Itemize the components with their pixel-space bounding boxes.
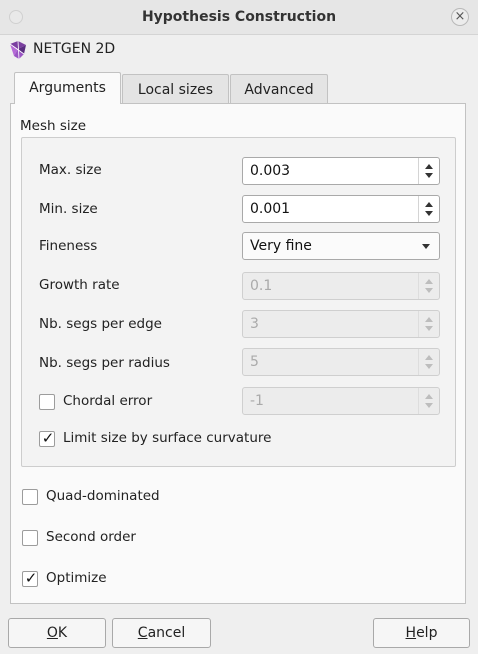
min-size-value: 0.001 — [250, 201, 291, 217]
max-size-label: Max. size — [39, 162, 102, 178]
spin-down-icon — [425, 403, 433, 408]
tab-advanced[interactable]: Advanced — [230, 74, 328, 104]
ok-mnemonic: O — [46, 625, 58, 641]
growth-rate-spinbox: 0.1 — [242, 272, 440, 300]
spin-up-icon[interactable] — [425, 202, 433, 207]
growth-rate-value: 0.1 — [250, 278, 273, 294]
optimize-checkbox[interactable]: ✓ — [22, 569, 38, 587]
ok-label-rest: K — [57, 625, 68, 641]
chordal-error-value: -1 — [250, 393, 264, 409]
min-size-label: Min. size — [39, 201, 98, 217]
min-size-spinbox[interactable]: 0.001 — [242, 195, 440, 223]
segs-per-edge-label: Nb. segs per edge — [39, 316, 162, 332]
limit-curvature-label: Limit size by surface curvature — [63, 430, 272, 446]
tab-arguments[interactable]: Arguments — [14, 72, 121, 104]
max-size-value: 0.003 — [250, 163, 291, 179]
growth-rate-stepper — [418, 273, 439, 299]
fineness-label: Fineness — [39, 238, 98, 254]
limit-curvature-checkbox[interactable]: ✓ — [39, 429, 55, 447]
window-title: Hypothesis Construction — [141, 9, 337, 25]
optimize-label: Optimize — [46, 570, 107, 586]
chordal-error-spinbox: -1 — [242, 387, 440, 415]
segs-per-edge-value: 3 — [250, 316, 259, 332]
max-size-spinbox[interactable]: 0.003 — [242, 157, 440, 185]
segs-per-radius-label: Nb. segs per radius — [39, 355, 170, 371]
chordal-error-label: Chordal error — [63, 393, 153, 409]
close-icon[interactable]: × — [451, 8, 469, 26]
spin-down-icon — [425, 326, 433, 331]
spin-up-icon — [425, 279, 433, 284]
fineness-dropdown[interactable]: Very fine — [242, 232, 440, 260]
cancel-label-rest: ancel — [147, 625, 186, 641]
fineness-value: Very fine — [250, 238, 312, 254]
tab-local-sizes[interactable]: Local sizes — [122, 74, 229, 104]
segs-per-radius-value: 5 — [250, 354, 259, 370]
help-label-rest: elp — [416, 625, 438, 641]
max-size-stepper[interactable] — [418, 158, 439, 184]
check-icon: ✓ — [24, 569, 38, 587]
spin-up-icon[interactable] — [425, 164, 433, 169]
spin-up-icon — [425, 394, 433, 399]
spin-up-icon — [425, 355, 433, 360]
second-order-label: Second order — [46, 529, 136, 545]
min-size-stepper[interactable] — [418, 196, 439, 222]
spin-down-icon — [425, 288, 433, 293]
quad-dominated-checkbox[interactable] — [22, 489, 38, 505]
netgen-hypothesis-icon — [9, 40, 26, 60]
spin-down-icon[interactable] — [425, 211, 433, 216]
segs-per-edge-stepper — [418, 311, 439, 337]
segs-per-radius-stepper — [418, 349, 439, 375]
quad-dominated-label: Quad-dominated — [46, 488, 160, 504]
spin-down-icon — [425, 364, 433, 369]
ok-button[interactable]: OK — [8, 618, 106, 648]
segs-per-radius-spinbox: 5 — [242, 348, 440, 376]
cancel-mnemonic: C — [137, 625, 148, 641]
title-bar[interactable]: Hypothesis Construction × — [0, 0, 478, 35]
help-button[interactable]: Help — [373, 618, 470, 648]
mesh-size-group-title: Mesh size — [20, 118, 87, 134]
check-icon: ✓ — [41, 429, 55, 447]
spin-up-icon — [425, 317, 433, 322]
growth-rate-label: Growth rate — [39, 277, 120, 293]
mesh-size-group — [21, 137, 456, 467]
segs-per-edge-spinbox: 3 — [242, 310, 440, 338]
chordal-error-checkbox[interactable] — [39, 394, 55, 410]
hypothesis-name: NETGEN 2D — [33, 41, 116, 57]
second-order-checkbox[interactable] — [22, 530, 38, 546]
chevron-down-icon — [422, 244, 430, 249]
chordal-error-stepper — [418, 388, 439, 414]
help-mnemonic: H — [405, 625, 417, 641]
spin-down-icon[interactable] — [425, 173, 433, 178]
cancel-button[interactable]: Cancel — [112, 618, 211, 648]
